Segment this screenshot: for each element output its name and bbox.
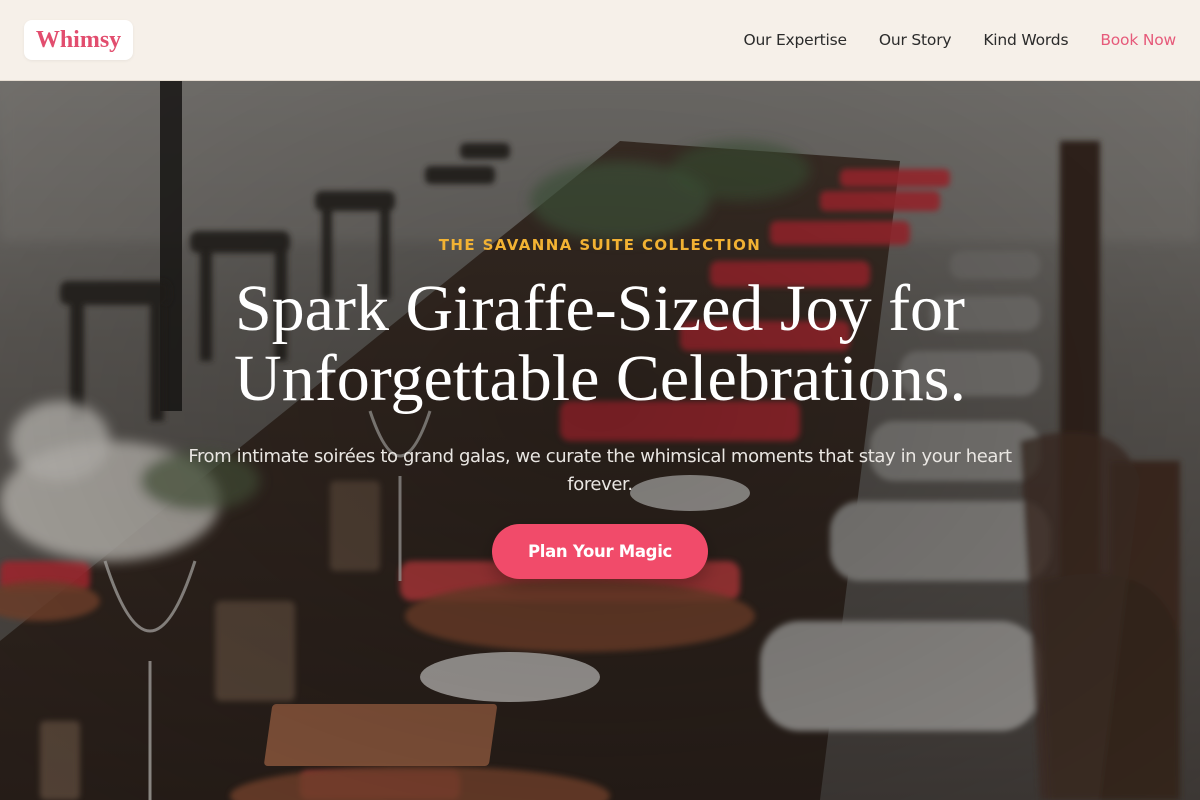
- nav-link-kind-words[interactable]: Kind Words: [983, 31, 1068, 49]
- hero-subtext: From intimate soirées to grand galas, we…: [188, 446, 1012, 495]
- site-header: Whimsy Our Expertise Our Story Kind Word…: [0, 0, 1200, 81]
- whimsy-logo[interactable]: Whimsy: [24, 20, 133, 60]
- hero-eyebrow: THE SAVANNA SUITE COLLECTION: [438, 236, 762, 254]
- hero-headline: Spark Giraffe-Sized Joy for Unforgettabl…: [234, 272, 966, 415]
- nav-link-our-expertise[interactable]: Our Expertise: [743, 31, 847, 49]
- hero-content: THE SAVANNA SUITE COLLECTION Spark Giraf…: [0, 81, 1200, 800]
- book-now-link[interactable]: Book Now: [1100, 31, 1176, 49]
- main-nav: Our Expertise Our Story Kind Words Book …: [743, 31, 1176, 49]
- plan-your-magic-button[interactable]: Plan Your Magic: [492, 524, 708, 579]
- hero-section: THE SAVANNA SUITE COLLECTION Spark Giraf…: [0, 81, 1200, 800]
- nav-link-our-story[interactable]: Our Story: [879, 31, 952, 49]
